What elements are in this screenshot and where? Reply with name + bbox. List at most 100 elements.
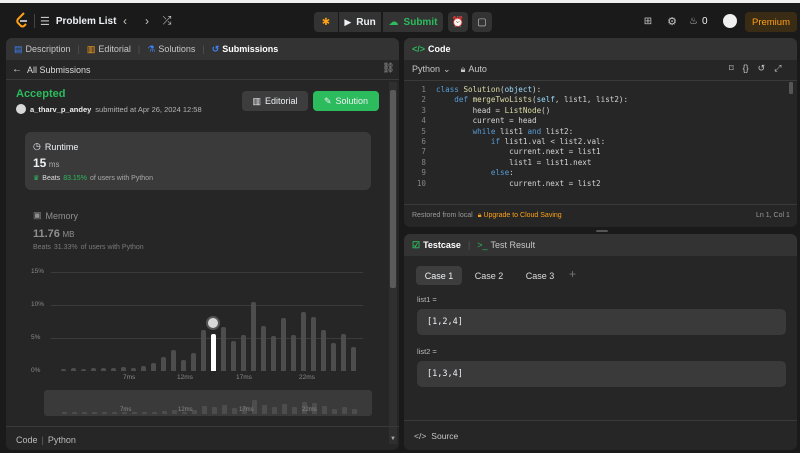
chart-bar[interactable] (201, 330, 206, 371)
code-line[interactable]: 7 current.next = list1 (404, 147, 784, 157)
mini-x-tick-label: 12ms (178, 407, 193, 413)
chart-bar[interactable] (221, 326, 226, 371)
expand-icon[interactable]: ⤢ (774, 63, 781, 74)
chart-bar[interactable] (71, 368, 76, 371)
panel-resize-handle[interactable] (596, 230, 608, 232)
chart-bar[interactable] (351, 347, 356, 371)
tab-solutions[interactable]: ⚗ Solutions (147, 44, 195, 55)
chart-bar[interactable] (101, 367, 106, 371)
run-button[interactable]: ▶ Run (339, 12, 381, 32)
code-line[interactable]: 6 if list1.val < list2.val: (404, 137, 784, 147)
chart-bar[interactable] (91, 368, 96, 371)
chart-bar[interactable] (291, 334, 296, 371)
list2-input[interactable]: [1,3,4] (417, 361, 786, 387)
avatar[interactable] (723, 14, 737, 28)
tab-test-result[interactable]: >_ Test Result (477, 240, 535, 250)
tab-submissions[interactable]: ↺ Submissions (212, 44, 279, 55)
layout-icon[interactable]: ⊞ (641, 13, 655, 29)
notes-button[interactable]: ▢ (472, 12, 492, 32)
tab-separator: | (467, 240, 471, 250)
chart-bar[interactable] (131, 367, 136, 371)
tab-code[interactable]: </> Code (412, 44, 451, 54)
prev-problem-icon[interactable]: ‹ (118, 12, 132, 30)
runtime-card[interactable]: ◷ Runtime 15 ms ♛ Beats 83.15% of users … (25, 132, 371, 190)
chart-range-navigator[interactable]: 7ms 12ms 17ms 22ms (44, 390, 372, 416)
streak-count: 0 (701, 15, 708, 27)
chart-bar[interactable] (281, 318, 286, 371)
autocomplete-mode[interactable]: 🔒︎ Auto (461, 64, 487, 75)
code-line[interactable]: 2 def mergeTwoLists(self, list1, list2): (404, 95, 784, 105)
divider (404, 420, 797, 421)
chart-bar[interactable] (81, 369, 86, 371)
case-tab-1[interactable]: Case 1 (416, 266, 462, 285)
chart-bar[interactable] (331, 343, 336, 371)
chart-bar[interactable] (161, 357, 166, 371)
chart-bar[interactable] (111, 368, 116, 371)
chart-bar-highlighted[interactable] (211, 334, 216, 371)
chart-bar[interactable] (341, 334, 346, 371)
settings-gear-icon[interactable]: ⚙ (665, 13, 679, 29)
tab-code-label: Code (428, 44, 451, 54)
code-line[interactable]: 8 list1 = list1.next (404, 158, 784, 168)
tab-description[interactable]: ▤ Description (14, 44, 71, 55)
source-link[interactable]: </> Source (414, 431, 458, 441)
add-case-icon[interactable]: + (569, 267, 576, 281)
chart-bar[interactable] (231, 340, 236, 371)
chart-bar[interactable] (261, 326, 266, 371)
bookmark-icon[interactable]: ⌑ (729, 63, 734, 74)
code-line[interactable]: 3 head = ListNode() (404, 106, 784, 116)
leetcode-logo-icon[interactable] (14, 12, 30, 28)
streak-counter[interactable]: ♨ 0 (689, 13, 708, 29)
upgrade-link[interactable]: 🔒︎ Upgrade to Cloud Saving (478, 212, 562, 220)
share-link-icon[interactable]: ⛓ (382, 63, 395, 74)
chart-bar[interactable] (321, 330, 326, 371)
code-line[interactable]: 10 current.next = list2 (404, 179, 784, 189)
scrollbar-thumb[interactable] (390, 90, 396, 288)
chart-bar[interactable] (151, 363, 156, 371)
language-select[interactable]: Python ⌄ (412, 64, 451, 75)
all-submissions-link[interactable]: ← All Submissions (12, 64, 91, 75)
premium-button[interactable]: Premium (745, 12, 797, 32)
chart-bar[interactable] (141, 365, 146, 371)
chart-bars (59, 272, 359, 371)
line-number: 1 (421, 85, 426, 94)
chart-bar[interactable] (251, 301, 256, 371)
case-tab-2[interactable]: Case 2 (466, 266, 512, 285)
case-tab-3[interactable]: Case 3 (517, 266, 563, 285)
next-problem-icon[interactable]: › (140, 12, 154, 30)
tab-editorial[interactable]: ▥ Editorial (87, 44, 131, 55)
memory-section[interactable]: ▣ Memory 11.76 MB Beats 31.33% of users … (25, 202, 371, 254)
line-number: 2 (421, 95, 426, 105)
solution-button[interactable]: ✎ Solution (313, 91, 379, 111)
timer-button[interactable]: ⏰ (448, 12, 468, 32)
format-braces-icon[interactable]: {} (743, 63, 749, 74)
chart-bar[interactable] (181, 360, 186, 371)
runtime-distribution-chart[interactable]: 15% 10% 5% 0% 7ms 12ms 17ms 22ms (25, 264, 371, 384)
list1-input[interactable]: [1,2,4] (417, 309, 786, 335)
list-icon: ☰ (40, 15, 50, 28)
username[interactable]: a_tharv_p_andey (30, 105, 91, 114)
chart-bar[interactable] (191, 352, 196, 371)
submit-button[interactable]: ☁ Submit (383, 12, 443, 32)
chart-bar[interactable] (171, 349, 176, 371)
code-line[interactable]: 9 else: (404, 168, 784, 178)
tab-testcase[interactable]: ☑ Testcase (412, 240, 461, 251)
code-editor[interactable]: 1 class Solution(object): 2 def mergeTwoLi… (404, 85, 784, 200)
chart-bar[interactable] (241, 334, 246, 371)
chart-bar[interactable] (271, 336, 276, 371)
code-line[interactable]: 1 class Solution(object): (404, 85, 784, 95)
editor-scrollbar[interactable] (789, 82, 793, 94)
chart-bar[interactable] (61, 369, 66, 371)
submission-status: Accepted (16, 88, 66, 100)
chart-bar[interactable] (301, 311, 306, 371)
problem-list-button[interactable]: ☰ Problem List (40, 12, 116, 30)
shuffle-icon[interactable]: ⤮ (160, 12, 174, 30)
code-line[interactable]: 5 while list1 and list2: (404, 127, 784, 137)
chart-bar[interactable] (121, 367, 126, 371)
chart-bar[interactable] (311, 316, 316, 371)
editorial-button[interactable]: ▥ Editorial (242, 91, 308, 111)
debug-button[interactable]: ✱ (314, 12, 338, 32)
scroll-down-icon[interactable]: ▼ (390, 436, 396, 442)
reset-icon[interactable]: ↺ (758, 63, 766, 74)
code-line[interactable]: 4 current = head (404, 116, 784, 126)
